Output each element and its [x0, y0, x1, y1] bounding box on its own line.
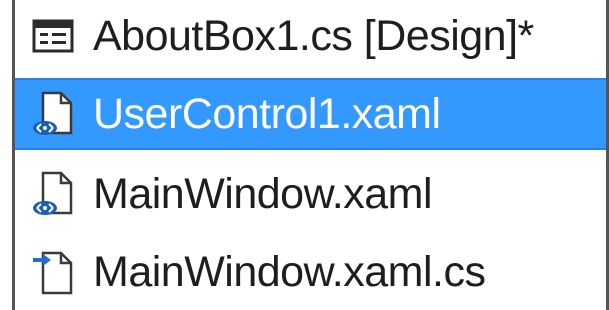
list-item-label: MainWindow.xaml — [93, 169, 433, 218]
list-item-aboutbox-design[interactable]: AboutBox1.cs [Design]* — [15, 0, 606, 72]
list-item-mainwindow-xaml[interactable]: MainWindow.xaml — [15, 158, 606, 230]
form-designer-icon — [29, 12, 77, 60]
list-item-label: UserControl1.xaml — [93, 89, 441, 138]
list-item-mainwindow-xaml-cs[interactable]: MainWindow.xaml.cs — [15, 236, 606, 308]
list-item-label: MainWindow.xaml.cs — [93, 247, 486, 296]
list-item-usercontrol1-xaml[interactable]: UserControl1.xaml — [15, 78, 606, 150]
xaml-file-icon — [29, 90, 77, 138]
list-item-label: AboutBox1.cs [Design]* — [93, 11, 534, 60]
open-documents-list-panel: AboutBox1.cs [Design]* UserControl1.xaml — [0, 0, 609, 310]
csharp-codebehind-icon — [29, 248, 77, 296]
xaml-file-icon — [29, 170, 77, 218]
document-list: AboutBox1.cs [Design]* UserControl1.xaml — [15, 0, 606, 310]
